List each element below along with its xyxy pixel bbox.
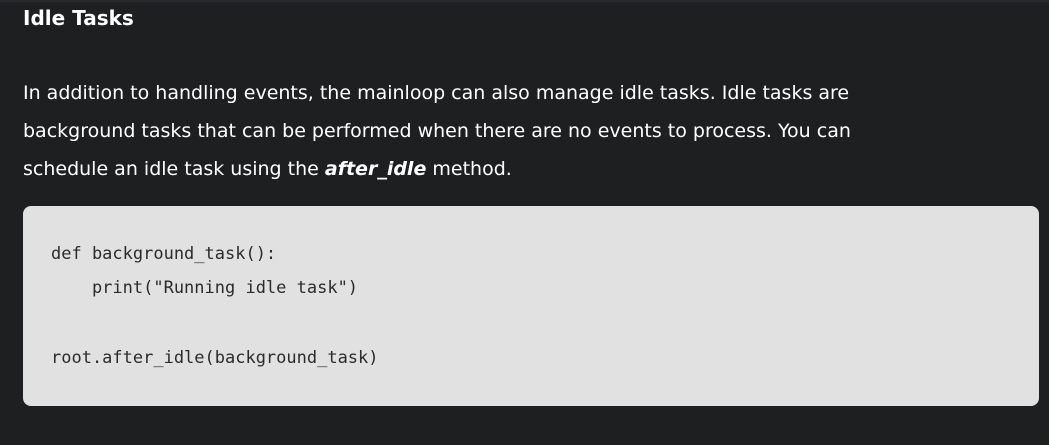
section-heading: Idle Tasks <box>23 6 134 30</box>
code-block: def background_task(): print("Running id… <box>23 206 1039 406</box>
paragraph-text: method. <box>426 158 512 180</box>
method-name-emphasis: after_idle <box>324 158 427 180</box>
paragraph-line: background tasks that can be performed w… <box>23 120 851 142</box>
paragraph-line: schedule an idle task using the after_id… <box>23 150 1033 188</box>
section-paragraph: In addition to handling events, the main… <box>23 74 1033 188</box>
code-line: print("Running idle task") <box>51 278 359 298</box>
code-line: root.after_idle(background_task) <box>51 348 379 368</box>
code-line: def background_task(): <box>51 244 277 264</box>
paragraph-text: schedule an idle task using the <box>23 158 325 180</box>
top-divider <box>0 0 1049 2</box>
paragraph-line: In addition to handling events, the main… <box>23 82 850 104</box>
